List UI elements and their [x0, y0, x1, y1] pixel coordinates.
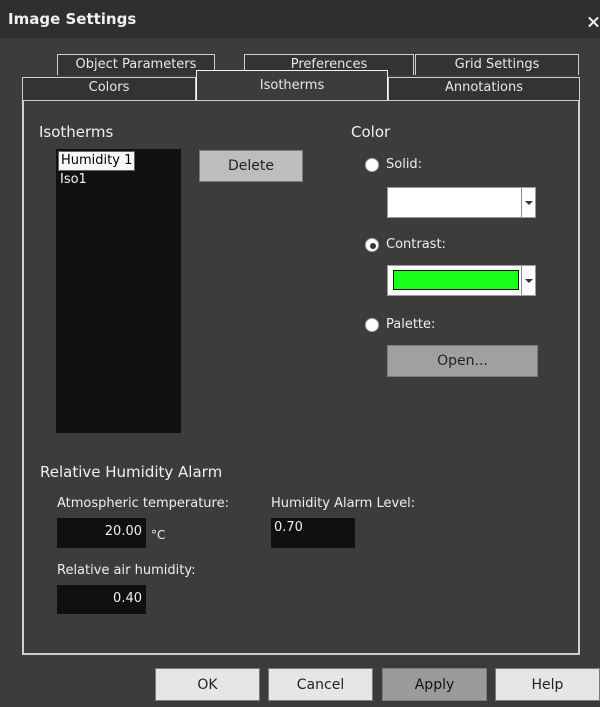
cancel-button[interactable]: Cancel	[268, 668, 373, 701]
solid-color-select[interactable]	[387, 187, 536, 218]
relative-air-humidity-input[interactable]: 0.40	[57, 585, 146, 614]
tab-grid-settings[interactable]: Grid Settings	[415, 54, 579, 75]
tab-colors[interactable]: Colors	[22, 77, 196, 101]
relative-humidity-alarm-heading: Relative Humidity Alarm	[40, 463, 223, 481]
color-heading: Color	[351, 123, 391, 141]
contrast-color-swatch	[393, 270, 519, 290]
solid-radio[interactable]	[365, 158, 379, 172]
window-title: Image Settings	[8, 10, 137, 28]
tab-annotations[interactable]: Annotations	[388, 77, 580, 101]
contrast-label: Contrast:	[386, 237, 446, 252]
list-item[interactable]: Humidity 1	[58, 151, 136, 171]
contrast-color-select[interactable]	[387, 265, 536, 296]
list-item[interactable]: Iso1	[58, 171, 89, 189]
isotherm-list[interactable]: Humidity 1 Iso1	[56, 149, 181, 433]
help-button[interactable]: Help	[495, 668, 600, 701]
isotherms-heading: Isotherms	[39, 123, 114, 141]
solid-label: Solid:	[386, 157, 423, 172]
palette-label: Palette:	[386, 317, 436, 332]
title-bar: Image Settings	[0, 0, 600, 38]
ok-button[interactable]: OK	[155, 668, 260, 701]
palette-radio[interactable]	[365, 318, 379, 332]
atmospheric-temperature-label: Atmospheric temperature:	[57, 496, 229, 511]
humidity-alarm-level-input[interactable]: 0.70	[271, 518, 355, 548]
close-icon[interactable]	[586, 13, 600, 31]
delete-button[interactable]: Delete	[199, 150, 303, 182]
chevron-down-icon[interactable]	[521, 188, 535, 217]
tab-object-parameters[interactable]: Object Parameters	[57, 54, 215, 75]
relative-air-humidity-label: Relative air humidity:	[57, 563, 196, 578]
humidity-alarm-level-label: Humidity Alarm Level:	[271, 496, 416, 511]
apply-button[interactable]: Apply	[382, 668, 487, 701]
contrast-radio[interactable]	[365, 238, 379, 252]
atmospheric-temperature-input[interactable]: 20.00	[57, 518, 146, 548]
image-settings-window: Image Settings Object Parameters Prefere…	[0, 0, 600, 707]
chevron-down-icon[interactable]	[521, 266, 535, 295]
temperature-unit: °C	[151, 528, 166, 542]
open-palette-button[interactable]: Open...	[387, 345, 538, 377]
